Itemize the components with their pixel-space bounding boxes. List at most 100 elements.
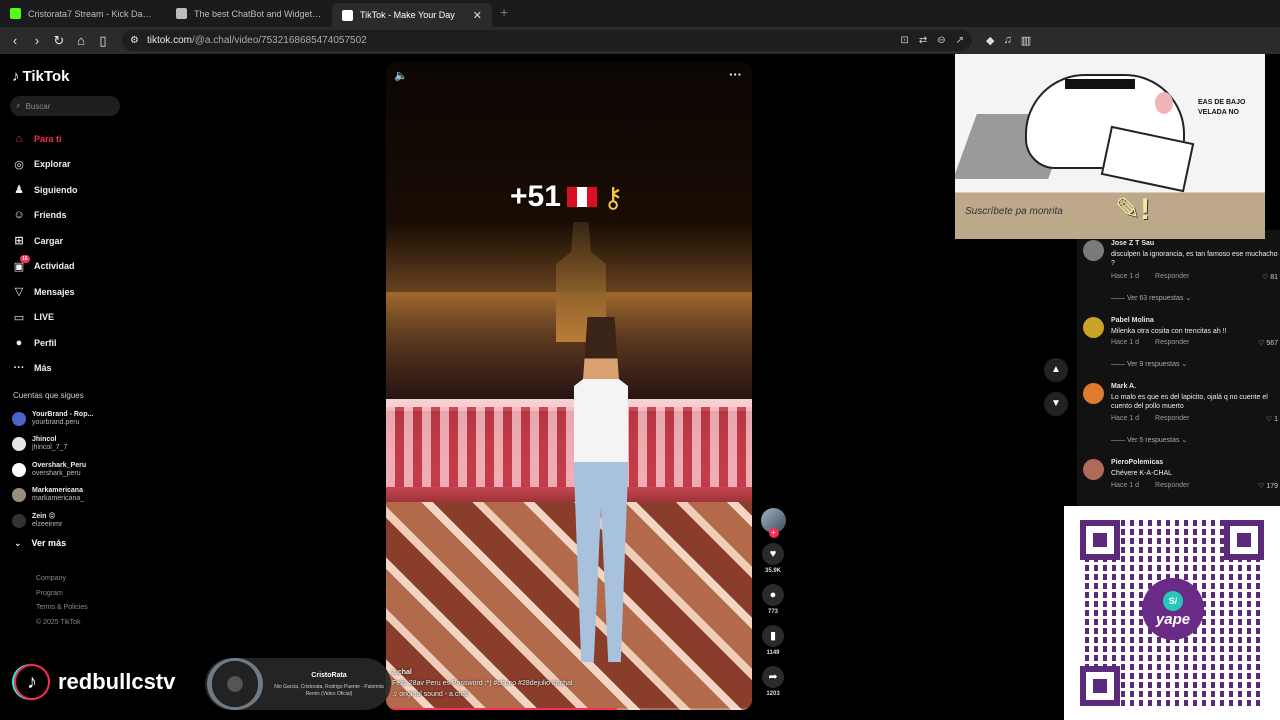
url-input[interactable]: ⚙ tiktok.com/@a.chal/video/7532168685474…	[122, 30, 972, 51]
comment-item: Pabel Molina Milenka otra cosita con tre…	[1083, 317, 1278, 377]
follow-plus-icon[interactable]: +	[768, 528, 779, 538]
save-button[interactable]: ▮ 1149	[760, 625, 786, 656]
live-icon: ▭	[13, 311, 25, 324]
following-item[interactable]: Overshark_Peru overshark_peru	[12, 457, 122, 483]
album-art	[207, 658, 263, 710]
footer-link-company[interactable]: Company	[36, 572, 88, 587]
tab-tiktok[interactable]: TikTok - Make Your Day ✕	[332, 3, 492, 27]
video-description: Feliz 28av Peru es Password :*) #chuco #…	[392, 680, 573, 687]
now-playing-artist: Nio Garcia, Cristorata, Rodrigo Puente -…	[274, 684, 384, 697]
video-author[interactable]: a.chal	[392, 667, 742, 678]
comment-like-button[interactable]: ♡ 567	[1258, 339, 1278, 347]
bookmark-icon: ▮	[762, 625, 784, 647]
comment-like-button[interactable]: ♡ 1	[1266, 415, 1278, 423]
previous-video-icon[interactable]: ▲	[1044, 358, 1068, 382]
tab-title: The best ChatBot and Widgets for Ki	[194, 8, 322, 19]
forward-icon[interactable]: ›	[28, 32, 46, 50]
view-replies-button[interactable]: —— Ver 5 respuestas ⌄	[1111, 436, 1187, 444]
menu-item-explorar[interactable]: ◎ Explorar	[12, 152, 122, 178]
view-replies-button[interactable]: —— Ver 63 respuestas ⌄	[1111, 294, 1191, 302]
video-progress-bar[interactable]	[386, 708, 752, 710]
footer-link-terms[interactable]: Terms & Policies	[36, 601, 88, 616]
avatar[interactable]	[1083, 459, 1104, 480]
footer-link-program[interactable]: Program	[36, 587, 88, 602]
yape-logo: S/ yape	[1142, 578, 1204, 640]
main-menu: ⌂ Para ti ◎ Explorar ♟ Siguiendo ☺ Friends ⊞…	[12, 126, 122, 381]
more-options-icon[interactable]: ···	[729, 67, 742, 82]
video-navigation: ▲ ▼	[1044, 358, 1068, 426]
paw-icon	[1155, 92, 1173, 114]
friends-icon: ☺	[13, 209, 25, 222]
tab-chatbot[interactable]: The best ChatBot and Widgets for Ki	[166, 0, 332, 27]
menu-item-perfil[interactable]: ● Perfil	[12, 330, 122, 356]
copyright: © 2025 TikTok	[36, 618, 81, 626]
video-player[interactable]: +51 ⚷ 🔈 ··· a.chal Feliz 28av Peru es Pa…	[386, 62, 752, 710]
avatar[interactable]	[1083, 240, 1104, 261]
menu-item-siguiendo[interactable]: ♟ Siguiendo	[12, 177, 122, 203]
share-icon[interactable]: ↗	[956, 35, 964, 46]
more-icon: ···	[13, 362, 25, 375]
menu-item-para-ti[interactable]: ⌂ Para ti	[12, 126, 122, 152]
home-browser-icon[interactable]: ⌂	[72, 32, 90, 50]
menu-item-mas[interactable]: ··· Más	[12, 356, 122, 382]
back-icon[interactable]: ‹	[6, 32, 24, 50]
reply-button[interactable]: Responder	[1155, 339, 1189, 346]
tab-kick-dashboard[interactable]: Cristorata7 Stream - Kick Dashboard	[0, 0, 166, 27]
avatar	[12, 513, 26, 528]
comment-like-button[interactable]: ♡ 179	[1258, 482, 1278, 490]
view-replies-button[interactable]: —— Ver 9 respuestas ⌄	[1111, 360, 1187, 368]
comment-like-button[interactable]: ♡ 81	[1262, 273, 1278, 281]
stream-cat-overlay: EAS DE BAJO VELADA NO Suscríbete pa monri…	[955, 54, 1265, 239]
close-tab-icon[interactable]: ✕	[473, 9, 482, 22]
menu-item-cargar[interactable]: ⊞ Cargar	[12, 228, 122, 254]
menu-item-actividad[interactable]: ▣ 16 Actividad	[12, 254, 122, 280]
zoom-icon[interactable]: ⊖	[937, 35, 945, 46]
like-button[interactable]: ♥ 35.9K	[760, 543, 786, 574]
menu-item-live[interactable]: ▭ LIVE	[12, 305, 122, 331]
reply-button[interactable]: Responder	[1155, 482, 1189, 489]
now-playing-widget: CristoRata Nio Garcia, Cristorata, Rodri…	[205, 658, 391, 710]
music-icon[interactable]: ♫	[1003, 34, 1011, 47]
avatar	[12, 411, 26, 426]
avatar[interactable]	[1083, 383, 1104, 404]
tab-title: TikTok - Make Your Day	[360, 10, 455, 20]
new-tab-icon[interactable]: +	[492, 0, 516, 27]
site-info-icon[interactable]: ⚙	[130, 35, 139, 46]
tiktok-sidebar: ♪ TikTok ⌕ Buscar ⌂ Para ti ◎ Explorar ♟ Si…	[0, 54, 125, 720]
video-overlay-text: +51 ⚷	[510, 180, 624, 213]
reply-button[interactable]: Responder	[1155, 415, 1189, 422]
kick-favicon-icon	[10, 8, 21, 19]
volume-icon[interactable]: 🔈	[394, 69, 408, 82]
chevron-down-icon: ⌄	[14, 538, 22, 548]
sidebar-toggle-icon[interactable]: ▥	[1021, 34, 1031, 47]
see-more-button[interactable]: ⌄ Ver más	[14, 538, 66, 549]
video-caption: a.chal Feliz 28av Peru es Password :*) #…	[392, 667, 742, 700]
extension-icon[interactable]: ◆	[986, 34, 994, 47]
search-icon: ⌕	[16, 101, 21, 110]
comment-item: Jose Z T Sau disculpen la ignorancia, es…	[1083, 240, 1278, 310]
upload-icon: ⊞	[14, 235, 24, 248]
messages-icon: ▽	[14, 286, 24, 299]
reply-button[interactable]: Responder	[1155, 273, 1189, 280]
menu-item-mensajes[interactable]: ▽ Mensajes	[12, 279, 122, 305]
following-item[interactable]: YourBrand - Rop... yourbrand.peru	[12, 406, 122, 432]
comment-button[interactable]: ● 773	[760, 584, 786, 615]
tiktok-logo[interactable]: ♪ TikTok	[12, 68, 69, 85]
avatar[interactable]	[1083, 317, 1104, 338]
cast-icon[interactable]: ⊡	[900, 35, 908, 46]
reload-icon[interactable]: ↻	[50, 32, 68, 50]
cat-overlay-text: EAS DE BAJO VELADA NO	[1198, 99, 1246, 116]
translate-icon[interactable]: ⇄	[919, 35, 927, 46]
peru-flag-icon	[566, 187, 597, 207]
creator-avatar[interactable]: +	[760, 508, 786, 538]
following-item[interactable]: Jhincol jhincol_7_7	[12, 432, 122, 458]
next-video-icon[interactable]: ▼	[1044, 392, 1068, 416]
bookmark-icon[interactable]: ▯	[94, 32, 112, 50]
menu-item-friends[interactable]: ☺ Friends	[12, 203, 122, 229]
following-item[interactable]: Markamericana markamericana_	[12, 483, 122, 509]
following-item[interactable]: Zein 😡 elzeeinmr	[12, 508, 122, 534]
share-button[interactable]: ➦ 1203	[760, 666, 786, 697]
action-column: + ♥ 35.9K ● 773 ▮ 1149 ➦ 1203	[760, 508, 786, 697]
search-input[interactable]: ⌕ Buscar	[10, 96, 120, 116]
video-sound[interactable]: ♫ original sound - a.chal	[392, 689, 742, 700]
